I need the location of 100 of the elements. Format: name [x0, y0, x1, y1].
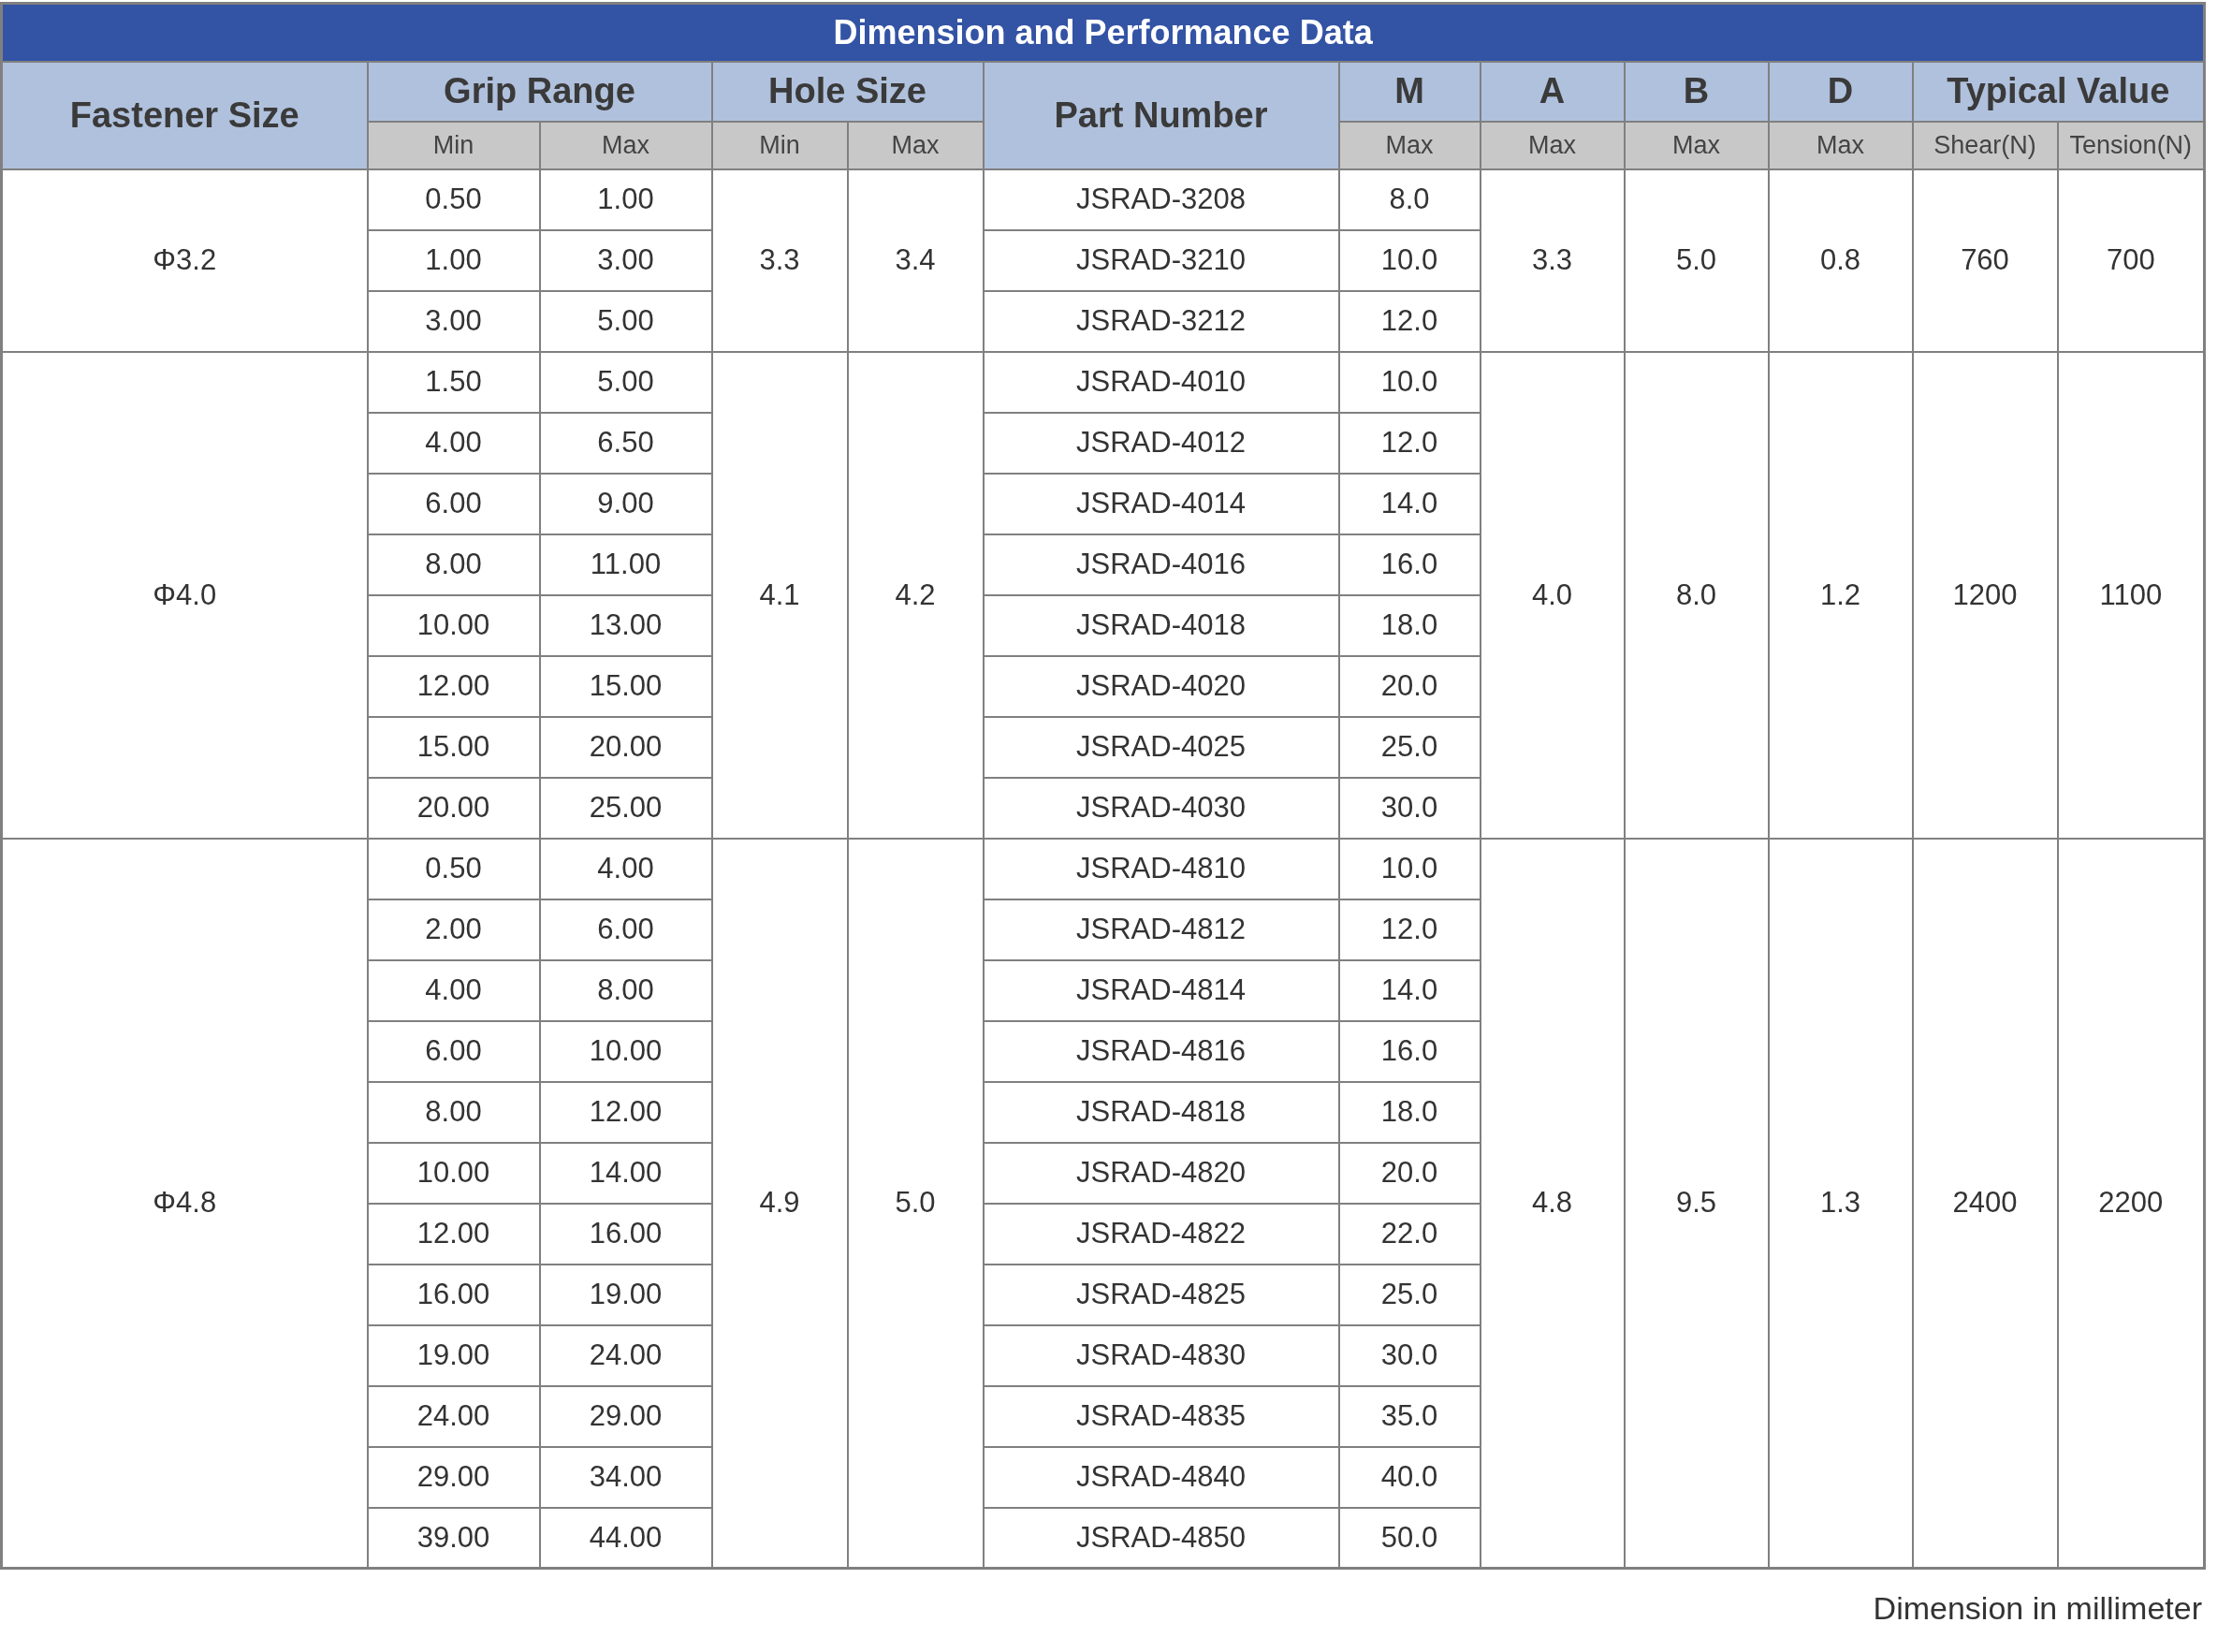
column-header: B: [1624, 61, 1769, 122]
table-cell: 4.0: [1480, 351, 1625, 839]
table-cell: 9.5: [1624, 838, 1769, 1569]
column-header: Max: [847, 121, 984, 169]
table-cell: 8.0: [1338, 168, 1481, 230]
table-cell: 10.00: [367, 594, 540, 656]
table-cell: 5.0: [847, 838, 984, 1569]
table-cell: 2400: [1912, 838, 2058, 1569]
table-cell: JSRAD-4014: [983, 473, 1339, 534]
table-cell: 14.0: [1338, 473, 1481, 534]
table-cell: 4.00: [367, 412, 540, 474]
table-cell: JSRAD-4822: [983, 1203, 1339, 1265]
column-header: Max: [1624, 121, 1769, 169]
table-cell: 4.00: [539, 838, 712, 899]
table-cell: JSRAD-4025: [983, 716, 1339, 778]
table-cell: 3.00: [367, 290, 540, 352]
table-cell: 12.00: [539, 1081, 712, 1143]
table-cell: 39.00: [367, 1507, 540, 1569]
table-cell: 0.50: [367, 838, 540, 899]
table-cell: 50.0: [1338, 1507, 1481, 1569]
table-cell: 5.00: [539, 351, 712, 413]
column-header: Typical Value: [1912, 61, 2205, 122]
table-cell: 18.0: [1338, 1081, 1481, 1143]
table-cell: 10.00: [367, 1142, 540, 1204]
table-cell: 16.00: [367, 1264, 540, 1325]
table-cell: 16.0: [1338, 534, 1481, 595]
table-cell: 25.0: [1338, 716, 1481, 778]
table-cell: 4.9: [711, 838, 848, 1569]
footnote: Dimension in millimeter: [1872, 1590, 2202, 1627]
column-header: M: [1338, 61, 1481, 122]
table-cell: 10.0: [1338, 229, 1481, 291]
table-cell: 760: [1912, 168, 2058, 352]
column-header: Max: [1338, 121, 1481, 169]
table-cell: JSRAD-4818: [983, 1081, 1339, 1143]
table-cell: 5.00: [539, 290, 712, 352]
table-cell: JSRAD-3208: [983, 168, 1339, 230]
table-cell: JSRAD-4850: [983, 1507, 1339, 1569]
table-cell: 3.3: [1480, 168, 1625, 352]
table-cell: JSRAD-4814: [983, 959, 1339, 1021]
table-cell: 1.00: [539, 168, 712, 230]
table-cell: 3.4: [847, 168, 984, 352]
table-cell: 16.00: [539, 1203, 712, 1265]
table-cell: JSRAD-3212: [983, 290, 1339, 352]
table-cell: Φ4.0: [1, 351, 368, 839]
table-cell: 12.0: [1338, 412, 1481, 474]
table-cell: 4.2: [847, 351, 984, 839]
table-cell: JSRAD-4016: [983, 534, 1339, 595]
table-cell: 9.00: [539, 473, 712, 534]
table-cell: JSRAD-4018: [983, 594, 1339, 656]
table-cell: JSRAD-4012: [983, 412, 1339, 474]
table-cell: 1.50: [367, 351, 540, 413]
table-cell: JSRAD-3210: [983, 229, 1339, 291]
table-cell: 8.0: [1624, 351, 1769, 839]
column-header: Grip Range: [367, 61, 712, 122]
table-cell: JSRAD-4810: [983, 838, 1339, 899]
column-header: D: [1768, 61, 1913, 122]
table-cell: 29.00: [367, 1446, 540, 1508]
table-cell: 1200: [1912, 351, 2058, 839]
table-cell: 30.0: [1338, 1324, 1481, 1386]
table-cell: 5.0: [1624, 168, 1769, 352]
table-cell: 22.0: [1338, 1203, 1481, 1265]
table-cell: JSRAD-4030: [983, 777, 1339, 839]
table-cell: 12.0: [1338, 290, 1481, 352]
table-cell: 10.0: [1338, 351, 1481, 413]
table-cell: 29.00: [539, 1385, 712, 1447]
table-cell: 18.0: [1338, 594, 1481, 656]
table-cell: 24.00: [539, 1324, 712, 1386]
table-cell: 19.00: [367, 1324, 540, 1386]
column-header: Hole Size: [711, 61, 984, 122]
table-cell: JSRAD-4812: [983, 899, 1339, 960]
table-cell: 25.00: [539, 777, 712, 839]
table-cell: 6.00: [367, 1020, 540, 1082]
table-cell: JSRAD-4010: [983, 351, 1339, 413]
table-cell: 12.00: [367, 1203, 540, 1265]
table-cell: Φ4.8: [1, 838, 368, 1569]
table-cell: 15.00: [367, 716, 540, 778]
column-header: Max: [539, 121, 712, 169]
table-cell: 10.0: [1338, 838, 1481, 899]
table-cell: 8.00: [367, 1081, 540, 1143]
table-cell: 4.1: [711, 351, 848, 839]
table-title: Dimension and Performance Data: [1, 3, 2205, 62]
table-cell: 3.00: [539, 229, 712, 291]
column-header: Max: [1480, 121, 1625, 169]
table-cell: 8.00: [367, 534, 540, 595]
table-cell: 34.00: [539, 1446, 712, 1508]
table-cell: 1.2: [1768, 351, 1913, 839]
table-cell: 12.0: [1338, 899, 1481, 960]
column-header: Shear(N): [1912, 121, 2058, 169]
column-header: Part Number: [983, 61, 1339, 169]
table-cell: JSRAD-4820: [983, 1142, 1339, 1204]
table-cell: 6.00: [367, 473, 540, 534]
table-cell: 1.3: [1768, 838, 1913, 1569]
table-cell: JSRAD-4840: [983, 1446, 1339, 1508]
table-cell: 0.50: [367, 168, 540, 230]
table-cell: 20.0: [1338, 655, 1481, 717]
table-cell: 10.00: [539, 1020, 712, 1082]
table-cell: JSRAD-4020: [983, 655, 1339, 717]
table-cell: 12.00: [367, 655, 540, 717]
column-header: Min: [367, 121, 540, 169]
table-cell: 20.00: [539, 716, 712, 778]
